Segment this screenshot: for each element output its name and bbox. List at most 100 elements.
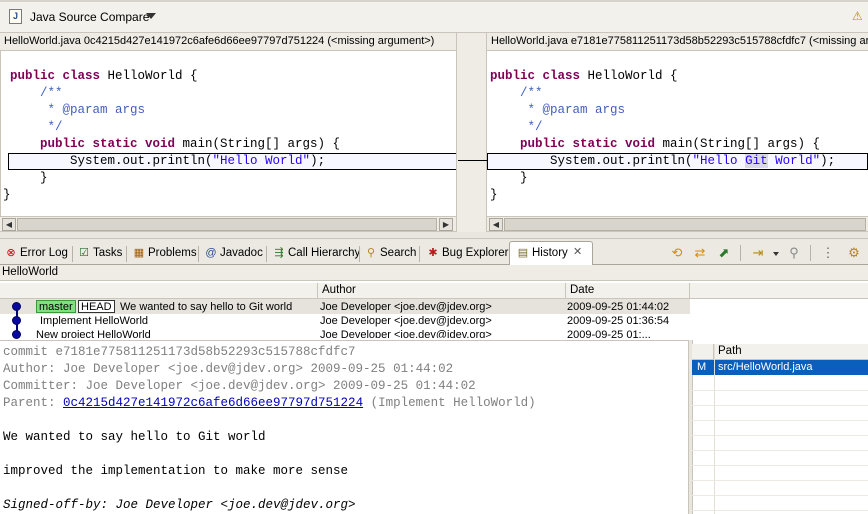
editor-splitter[interactable] [0,232,868,239]
filter-icon[interactable]: ⋮ [820,245,836,261]
code-line-changed: System.out.println("Hello Git World"); [490,154,836,168]
history-icon: ▤ [517,247,529,259]
commit-date: 2009-09-25 01:44:02 [567,301,670,313]
left-pane-header: HelloWorld.java 0c4215d427e141972c6afe6d… [0,33,456,51]
grid-line [692,510,868,511]
grid-line [692,435,868,436]
grid-line [692,465,868,466]
error-log-icon: ⊗ [6,247,16,259]
tab-separator [266,246,267,262]
call-hierarchy-icon: ⇶ [274,247,284,259]
commit-message: We wanted to say hello to Git world [120,301,293,313]
commit-message: New project HelloWorld [36,329,151,338]
grid-line [692,480,868,481]
find-icon[interactable]: ⚲ [786,245,802,261]
commit-author: Joe Developer <joe.dev@jdev.org> [320,315,492,327]
commit-author: Joe Developer <joe.dev@jdev.org> [320,329,492,338]
tab-separator [126,246,127,262]
commit-message: Implement HelloWorld [40,315,149,327]
warning-icon[interactable]: ⚠ [852,9,866,23]
toolbar-separator [740,245,741,261]
search-icon: ⚲ [366,247,376,259]
commit-date: 2009-09-25 01:36:54 [567,315,670,327]
signoff-line: Signed-off-by: Joe Developer <joe.dev@jd… [3,498,356,512]
column-header-author[interactable]: Author [318,283,566,299]
commit-date: 2009-09-25 01:... [567,329,651,338]
scroll-thumb[interactable] [17,218,437,231]
tab-bug-explorer[interactable]: ✱ Bug Explorer [424,243,508,264]
code-line: * @param args [10,103,146,117]
close-tab-icon[interactable]: ✕ [573,245,582,258]
code-line: public static void main(String[] args) { [490,137,821,151]
tab-separator [198,246,199,262]
right-horizontal-scrollbar[interactable]: ◀ [487,216,868,232]
commit-subject: We wanted to say hello to Git world [3,430,266,444]
tab-call-hierarchy[interactable]: ⇶ Call Hierarchy [270,243,360,264]
javadoc-icon: @ [205,247,217,259]
grid-line [692,405,868,406]
code-line: /** [490,86,543,100]
diff-change-token: Git [745,154,768,168]
left-code-pane[interactable]: public class HelloWorld { /** * @param a… [0,51,456,216]
left-horizontal-scrollbar[interactable]: ◀ ▶ [0,216,456,232]
tab-search[interactable]: ⚲ Search [362,243,416,264]
column-header-graph[interactable] [0,283,318,299]
grid-line [692,420,868,421]
tab-javadoc[interactable]: @ Javadoc [202,243,262,264]
settings-icon[interactable]: ⚙ [846,245,862,261]
scroll-right-icon[interactable]: ▶ [439,218,453,231]
column-header-date[interactable]: Date [566,283,690,299]
commit-body: improved the implementation to make more… [3,464,349,478]
commit-graph-node [12,330,21,339]
code-line: /** [10,86,63,100]
code-line: } [490,188,498,202]
branch-ref-badge: master [36,300,76,313]
grid-line [692,495,868,496]
compare-mode-icon[interactable]: ⇥ [750,245,766,261]
tab-separator [72,246,73,262]
parent-line: Parent: 0c4215d427e141972c6afe6d66ee9779… [3,396,536,410]
compare-center-gutter [456,33,487,232]
code-line: public static void main(String[] args) { [10,137,341,151]
commit-graph-node [12,302,21,311]
chevron-down-icon[interactable] [773,252,779,256]
link-editor-icon[interactable]: ⇄ [692,245,708,261]
right-code-pane[interactable]: public class HelloWorld { /** * @param a… [487,51,868,216]
right-pane-header: HelloWorld.java e7181e775811251173d58b52… [487,33,868,51]
column-header-status[interactable] [692,344,714,360]
scroll-left-icon[interactable]: ◀ [2,218,16,231]
parent-commit-link[interactable]: 0c4215d427e141972c6afe6d66ee97797d751224 [63,396,363,410]
grid-line [692,450,868,451]
compare-title: Java Source Compare [30,10,150,24]
diff-connector [458,160,487,161]
code-line: */ [490,120,543,134]
column-header-path[interactable]: Path [714,344,868,360]
column-header-filler [690,283,868,299]
scroll-left-icon[interactable]: ◀ [489,218,503,231]
tab-tasks[interactable]: ☑ Tasks [75,243,122,264]
code-line: public class HelloWorld { [10,69,198,83]
commit-id-line: commit e7181e775811251173d58b52293c51578… [3,345,356,359]
code-line: } [10,171,48,185]
code-line: public class HelloWorld { [490,69,678,83]
grid-line [692,390,868,391]
refresh-icon[interactable]: ⟲ [669,245,685,261]
tab-separator [419,246,420,262]
grid-line [714,344,715,514]
pin-icon[interactable]: ⬈ [716,245,732,261]
tab-error-log[interactable]: ⊗ Error Log [2,243,68,264]
file-status: M [697,361,707,373]
java-file-icon: J [9,9,22,24]
code-line: */ [10,120,63,134]
tab-history[interactable]: ▤ History [514,243,568,264]
view-menu-icon[interactable] [146,13,156,19]
commit-detail-pane[interactable]: commit e7181e775811251173d58b52293c51578… [0,340,688,514]
toolbar-separator [810,245,811,261]
code-line: * @param args [490,103,626,117]
tab-separator [359,246,360,262]
tab-problems[interactable]: ▦ Problems [130,243,197,264]
head-ref-badge: HEAD [78,300,115,313]
commit-author: Joe Developer <joe.dev@jdev.org> [320,301,492,313]
committer-line: Committer: Joe Developer <joe.dev@jdev.o… [3,379,476,393]
scroll-thumb[interactable] [504,218,866,231]
